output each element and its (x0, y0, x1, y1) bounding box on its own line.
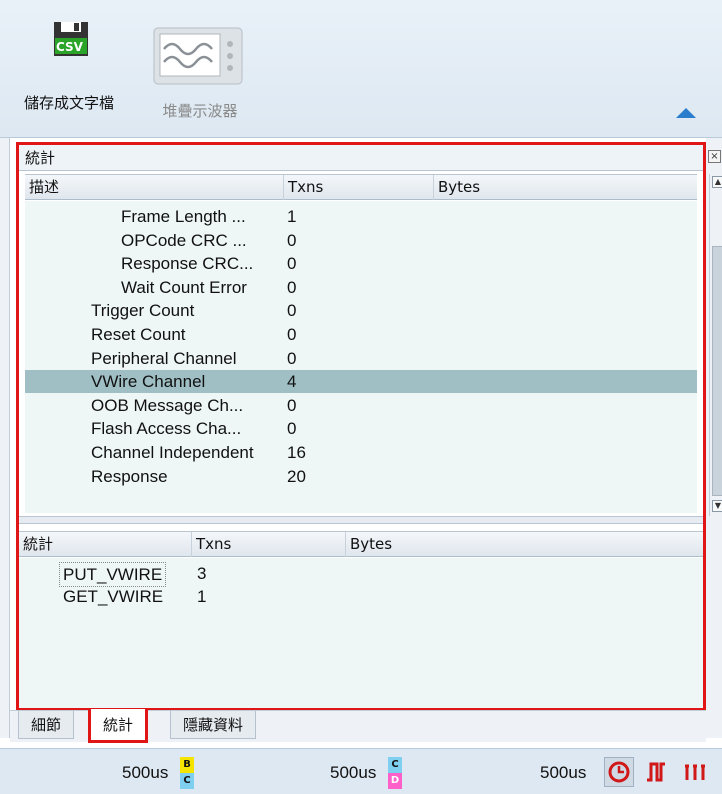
close-panel-icon[interactable]: × (708, 150, 721, 163)
table-row[interactable]: Reset Count 0 (25, 323, 697, 346)
multi-pulse-icon[interactable] (682, 757, 712, 787)
row-txns: 0 (287, 348, 297, 368)
detail-grid: 統計 Txns Bytes PUT_VWIRE 3 GET_VWIRE 1 (19, 531, 703, 708)
row-txns: 4 (287, 372, 297, 392)
row-description: Trigger Count (91, 301, 195, 321)
column-header-description[interactable]: 描述 (25, 175, 283, 200)
row-description: Response CRC... (121, 254, 254, 274)
table-row[interactable]: Trigger Count 0 (25, 299, 697, 322)
marker-time-total: 500us (540, 763, 587, 782)
table-row[interactable]: OPCode CRC ... 0 (25, 229, 697, 252)
statistics-panel: 統計 描述 Txns Bytes Frame Length ... 1 OPCode… (16, 142, 722, 710)
stacked-oscilloscope-button[interactable]: 堆疊示波器 (140, 20, 260, 130)
detail-grid-body: PUT_VWIRE 3 GET_VWIRE 1 (19, 558, 703, 708)
table-row[interactable]: Wait Count Error 0 (25, 276, 697, 299)
row-txns: 20 (287, 466, 306, 486)
table-row[interactable]: Response CRC... 0 (25, 252, 697, 275)
marker-label: B (180, 757, 194, 773)
column-header-bytes[interactable]: Bytes (433, 175, 697, 200)
row-description: Response (91, 466, 168, 486)
row-description: Channel Independent (91, 443, 254, 462)
row-description: Reset Count (91, 325, 186, 344)
table-row[interactable]: VWire Channel 4 (25, 370, 697, 394)
table-row[interactable]: Channel Independent 16 (25, 441, 697, 464)
marker-cd-icon[interactable]: C D (388, 757, 402, 789)
row-txns: 0 (287, 419, 297, 439)
detail-grid-header: 統計 Txns Bytes (19, 531, 703, 557)
row-txns: 16 (287, 443, 306, 462)
row-txns: 3 (197, 564, 207, 583)
row-description: Frame Length ... (121, 207, 246, 226)
column-header-bytes[interactable]: Bytes (345, 532, 703, 557)
bottom-tab-bar: 細節 統計 隱藏資料 (10, 709, 706, 743)
scrollbar-thumb[interactable] (712, 246, 722, 496)
grid-header: 描述 Txns Bytes (25, 174, 697, 200)
left-dock-strip (0, 138, 10, 738)
marker-label: D (388, 773, 402, 789)
tab-statistics[interactable]: 統計 (88, 709, 149, 743)
statistics-grid: 描述 Txns Bytes Frame Length ... 1 OPCode CR… (19, 174, 703, 516)
row-description: PUT_VWIRE (59, 562, 167, 587)
table-row[interactable]: Peripheral Channel 0 (25, 347, 697, 370)
row-txns: 0 (287, 277, 297, 297)
row-txns: 1 (197, 587, 207, 606)
row-txns: 0 (287, 230, 297, 250)
marker-time-bc: 500us (122, 763, 169, 782)
row-description: VWire Channel (91, 372, 206, 392)
csv-badge: CSV (56, 40, 83, 54)
tab-hidden-data[interactable]: 隱藏資料 (170, 711, 257, 739)
table-row[interactable]: Flash Access Cha... 0 (25, 417, 697, 440)
table-row[interactable]: Response 20 (25, 465, 697, 488)
row-txns: 0 (287, 325, 297, 344)
oscilloscope-icon (153, 27, 243, 85)
column-header-stat[interactable]: 統計 (19, 532, 191, 557)
row-description: GET_VWIRE (63, 587, 164, 606)
save-as-text-button[interactable]: CSV 儲存成文字檔 (14, 20, 124, 120)
row-description: Wait Count Error (121, 277, 247, 297)
row-txns: 1 (287, 207, 297, 226)
pulse-icon[interactable] (642, 757, 672, 787)
table-row[interactable]: GET_VWIRE 1 (19, 585, 703, 608)
row-description: OPCode CRC ... (121, 230, 247, 250)
tab-details[interactable]: 細節 (18, 711, 75, 739)
table-row[interactable]: PUT_VWIRE 3 (19, 562, 703, 587)
row-txns: 0 (287, 301, 297, 321)
row-description: Flash Access Cha... (91, 419, 242, 439)
stacked-oscilloscope-label: 堆疊示波器 (162, 102, 238, 120)
scroll-up-icon[interactable]: ▲ (712, 176, 722, 188)
grid-body: Frame Length ... 1 OPCode CRC ... 0 Response… (25, 201, 697, 513)
row-description: OOB Message Ch... (91, 395, 244, 415)
ribbon-toolbar: CSV 儲存成文字檔 堆疊示波器 (0, 0, 722, 138)
clock-icon[interactable] (604, 757, 634, 787)
scroll-down-icon[interactable]: ▼ (712, 500, 722, 512)
status-bar: 500us B C 500us C D 500us (0, 748, 722, 794)
marker-time-cd: 500us (330, 763, 377, 782)
column-header-txns[interactable]: Txns (283, 175, 433, 200)
table-row[interactable]: Frame Length ... 1 (25, 205, 697, 228)
row-description: Peripheral Channel (91, 348, 237, 368)
save-as-text-label: 儲存成文字檔 (23, 94, 114, 112)
marker-bc-icon[interactable]: B C (180, 757, 194, 789)
row-txns: 0 (287, 395, 297, 415)
row-txns: 0 (287, 254, 297, 274)
column-header-txns[interactable]: Txns (191, 532, 345, 557)
panel-title: 統計 (19, 145, 703, 171)
marker-label: C (180, 773, 194, 789)
collapse-ribbon-icon[interactable] (676, 108, 696, 118)
table-row[interactable]: OOB Message Ch... 0 (25, 394, 697, 417)
marker-label: C (388, 757, 402, 773)
grid-splitter[interactable] (19, 516, 703, 524)
vertical-scrollbar[interactable]: ▲ ▼ (709, 174, 722, 516)
